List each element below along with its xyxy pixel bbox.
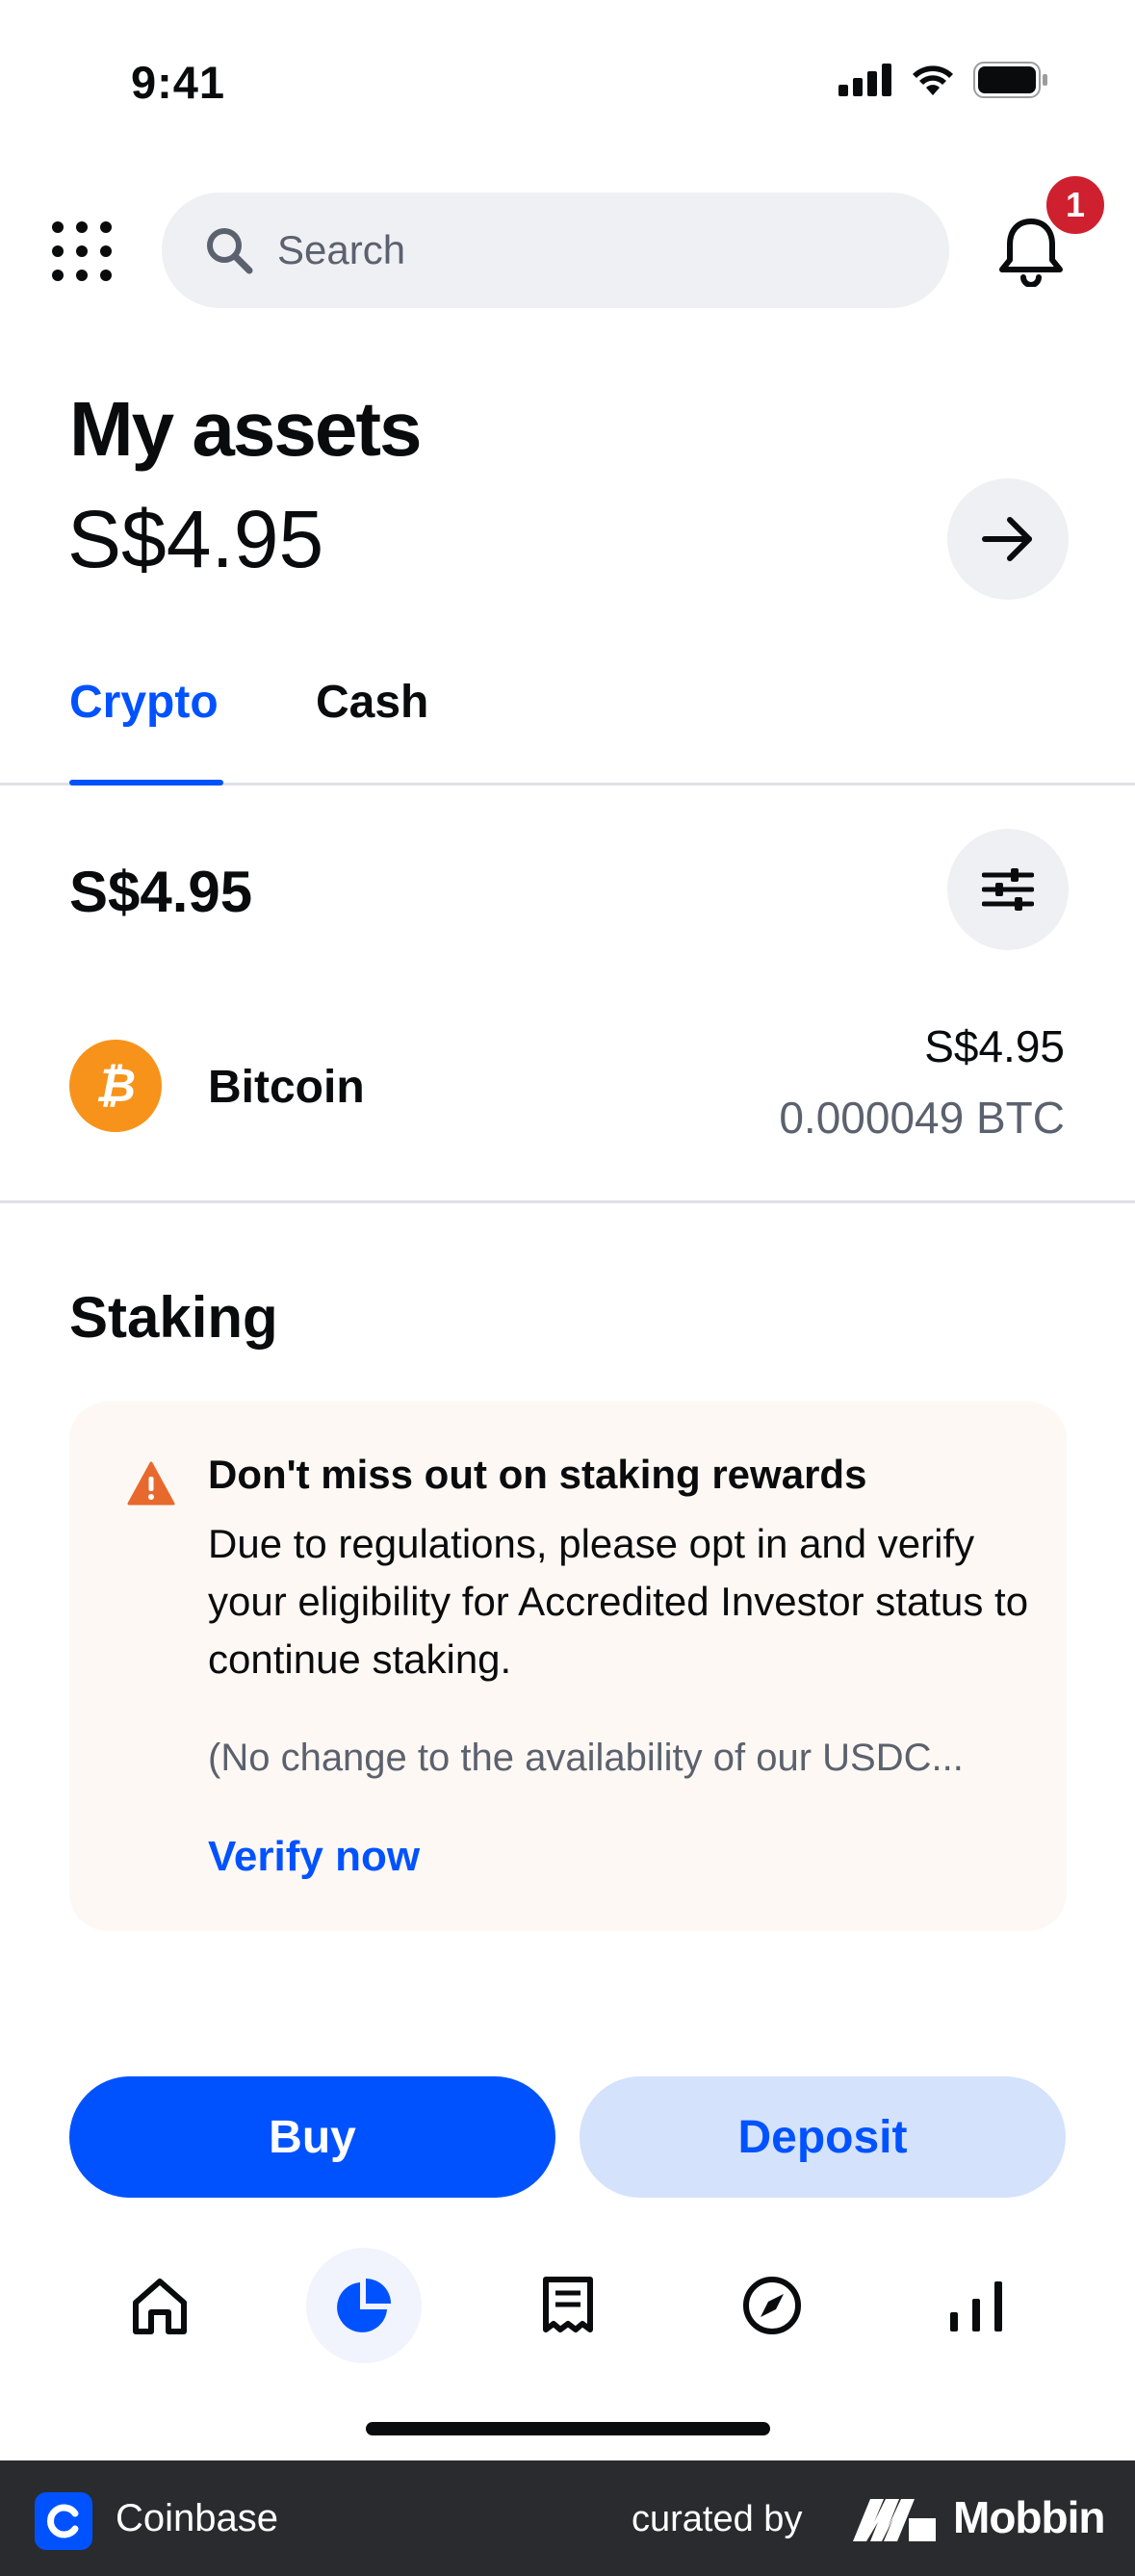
crypto-total-balance: S$4.95 <box>69 860 253 924</box>
bottom-nav <box>0 2243 1135 2368</box>
page-title: My assets <box>69 386 422 472</box>
attribution-footer: Coinbase curated by Mobbin <box>0 2460 1135 2576</box>
chart-icon <box>950 2281 1002 2331</box>
arrow-right-icon <box>982 517 1032 561</box>
apps-grid-button[interactable] <box>48 218 116 285</box>
tab-crypto[interactable]: Crypto <box>69 676 219 729</box>
notification-badge: 1 <box>1042 171 1109 239</box>
filter-button[interactable] <box>947 829 1069 950</box>
footer-curated-by: curated by <box>632 2499 803 2539</box>
explore-icon <box>743 2277 801 2334</box>
signal-icon <box>838 64 891 96</box>
buy-button[interactable]: Buy <box>69 2076 555 2198</box>
nav-home[interactable] <box>102 2243 218 2368</box>
staking-card-title: Don't miss out on staking rewards <box>208 1452 867 1497</box>
status-bar: 9:41 <box>0 0 1135 164</box>
asset-name: Bitcoin <box>208 1062 365 1113</box>
status-time: 9:41 <box>131 57 226 108</box>
search-icon <box>207 228 253 274</box>
search-bar[interactable] <box>162 193 949 308</box>
active-tab-indicator <box>69 780 223 786</box>
staking-card-note: (No change to the availability of our US… <box>208 1737 964 1779</box>
home-icon <box>133 2279 187 2334</box>
svg-text:₿: ₿ <box>95 1061 136 1112</box>
assets-detail-button[interactable] <box>947 478 1069 600</box>
asset-row-bitcoin[interactable]: ₿ Bitcoin S$4.95 0.000049 BTC <box>0 1011 1135 1203</box>
wifi-icon <box>913 65 953 95</box>
mobbin-logo-icon <box>853 2499 936 2541</box>
assets-total-balance: S$4.95 <box>67 494 324 584</box>
footer-brand: Mobbin <box>953 2492 1105 2542</box>
deposit-button[interactable]: Deposit <box>580 2076 1066 2198</box>
asset-crypto-value: 0.000049 BTC <box>779 1093 1065 1143</box>
tab-cash[interactable]: Cash <box>316 676 428 729</box>
grid-icon <box>52 221 112 281</box>
coinbase-logo <box>35 2492 92 2550</box>
search-input[interactable] <box>277 212 913 289</box>
home-indicator <box>366 2422 770 2435</box>
battery-icon <box>973 62 1047 98</box>
staking-heading: Staking <box>69 1285 278 1350</box>
portfolio-icon <box>337 2279 391 2332</box>
asset-tabs: Crypto Cash <box>0 664 1135 786</box>
asset-fiat-value: S$4.95 <box>924 1021 1065 1071</box>
warning-icon <box>127 1461 175 1506</box>
verify-now-link[interactable]: Verify now <box>208 1833 420 1881</box>
staking-warning-card: Don't miss out on staking rewards Due to… <box>69 1402 1067 1931</box>
staking-card-body: Due to regulations, please opt in and ve… <box>208 1521 1029 1682</box>
nav-active-highlight <box>306 2248 422 2363</box>
nav-portfolio[interactable] <box>306 2243 422 2368</box>
bitcoin-icon: ₿ <box>69 1040 162 1132</box>
nav-markets[interactable] <box>918 2243 1034 2368</box>
transactions-icon <box>543 2277 593 2332</box>
sliders-icon <box>982 868 1034 911</box>
footer-app-name: Coinbase <box>116 2497 279 2539</box>
nav-explore[interactable] <box>714 2243 830 2368</box>
nav-transactions[interactable] <box>510 2243 626 2368</box>
status-icons <box>838 62 1048 98</box>
top-bar: 1 <box>0 171 1135 308</box>
